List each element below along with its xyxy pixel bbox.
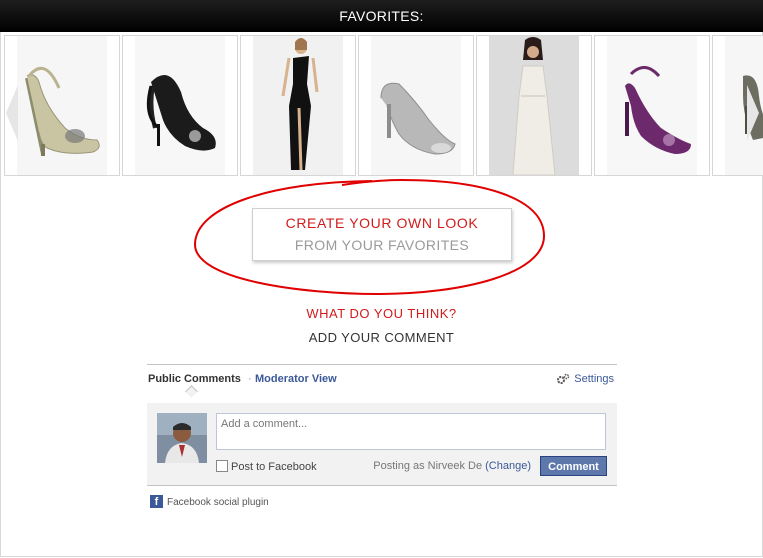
posting-as-text: Posting as Nirveek De (Change)	[373, 460, 531, 472]
favorites-header: FAVORITES:	[0, 0, 763, 32]
create-your-own-look-button[interactable]: CREATE YOUR OWN LOOK FROM YOUR FAVORITES	[252, 208, 512, 261]
posting-as-label: Posting as Nirveek De	[373, 460, 483, 472]
facebook-logo-icon: f	[150, 495, 163, 508]
tab-public-comments[interactable]: Public Comments	[148, 373, 241, 385]
what-do-you-think-heading: WHAT DO YOU THINK?	[306, 306, 457, 321]
comment-submit-button[interactable]: Comment	[540, 456, 607, 476]
divider	[147, 364, 617, 365]
tab-separator: ·	[248, 373, 252, 385]
favorite-item-2[interactable]	[122, 35, 238, 176]
settings-label: Settings	[574, 373, 614, 385]
tab-moderator-view[interactable]: Moderator View	[255, 373, 337, 385]
favorite-item-6[interactable]	[594, 35, 710, 176]
comment-input[interactable]: Add a comment...	[216, 413, 606, 450]
comment-tabs: Public Comments · Moderator View Setting…	[147, 373, 617, 393]
comment-composer: Add a comment... Post to Facebook Postin…	[147, 403, 617, 486]
favorite-item-1[interactable]	[4, 35, 120, 176]
avatar	[157, 413, 207, 463]
favorites-title: FAVORITES:	[339, 8, 424, 24]
favorite-item-5[interactable]	[476, 35, 592, 176]
carousel-prev-arrow-icon[interactable]	[6, 85, 18, 141]
favorite-item-4[interactable]	[358, 35, 474, 176]
post-to-facebook-label: Post to Facebook	[231, 461, 317, 473]
change-account-link[interactable]: (Change)	[485, 460, 531, 472]
facebook-comments-plugin: Public Comments · Moderator View Setting…	[147, 364, 617, 514]
post-to-facebook-checkbox[interactable]	[216, 460, 228, 472]
favorites-carousel	[0, 35, 763, 176]
carousel-next-arrow-icon[interactable]	[747, 85, 759, 141]
favorite-item-3[interactable]	[240, 35, 356, 176]
cta-line-1: CREATE YOUR OWN LOOK	[285, 215, 479, 231]
add-your-comment-label: ADD YOUR COMMENT	[308, 330, 455, 345]
social-plugin-footer: f Facebook social plugin	[150, 495, 269, 508]
cta-line-2: FROM YOUR FAVORITES	[294, 237, 470, 253]
plugin-label[interactable]: Facebook social plugin	[167, 497, 269, 508]
gear-icon	[557, 373, 570, 385]
settings-link[interactable]: Settings	[556, 373, 614, 385]
post-to-facebook-option[interactable]: Post to Facebook	[216, 460, 317, 473]
